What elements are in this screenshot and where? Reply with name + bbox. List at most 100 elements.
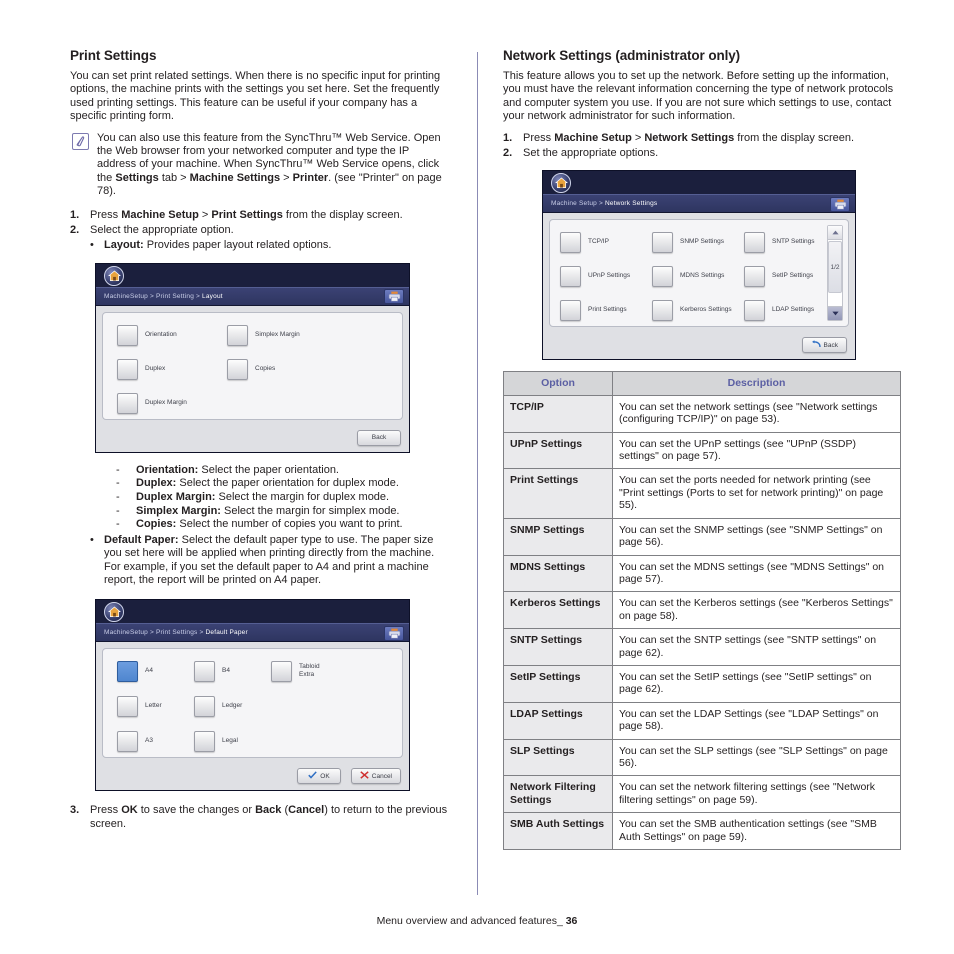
step-text: Set the appropriate options. [523, 147, 659, 160]
tile-duplex[interactable]: Duplex [117, 358, 227, 393]
tile-checkbox[interactable] [744, 232, 765, 254]
tile-checkbox[interactable] [652, 232, 673, 254]
tile-checkbox[interactable] [560, 300, 581, 322]
breadcrumb-item[interactable]: MachineSetup [104, 629, 148, 636]
tile-label: Copies [255, 364, 276, 372]
tile-checkbox[interactable] [194, 661, 215, 683]
footer-suffix: _ [556, 915, 563, 927]
tile-a4[interactable]: A4 [117, 661, 194, 696]
cell-description: You can set the SMB authentication setti… [612, 812, 901, 850]
dash-text: Duplex: Select the paper orientation for… [136, 477, 399, 490]
tile-copies[interactable]: Copies [227, 358, 337, 393]
network-settings-intro: This feature allows you to set up the ne… [503, 70, 894, 123]
table-row: SetIP Settings You can set the SetIP set… [503, 664, 901, 703]
breadcrumb-current: Default Paper [205, 629, 248, 637]
tile-checkbox[interactable] [194, 696, 215, 718]
page-number: 36 [565, 915, 578, 927]
default-paper-screen-screenshot: MachineSetup > Print Settings > Default … [95, 599, 410, 792]
vertical-scrollbar[interactable]: 1/2 [827, 225, 843, 322]
tile-b4[interactable]: B4 [194, 661, 271, 696]
note-pencil-icon [72, 132, 89, 150]
tile-ledger[interactable]: Ledger [194, 696, 271, 731]
tile-tcp-ip[interactable]: TCP/IP [560, 232, 652, 266]
cell-option: Kerberos Settings [503, 591, 613, 630]
tiles-container: A4 B4 Tabloid Extra Letter Ledger A3 Leg… [117, 661, 402, 766]
tile-kerberos-settings[interactable]: Kerberos Settings [652, 300, 744, 334]
tile-checkbox[interactable] [560, 232, 581, 254]
tile-checkbox-selected[interactable] [117, 661, 138, 683]
tile-label: Tabloid Extra [299, 663, 320, 679]
dash-marker: - [116, 504, 120, 517]
tile-checkbox[interactable] [117, 696, 138, 718]
tile-mdns-settings[interactable]: MDNS Settings [652, 266, 744, 300]
printer-icon[interactable] [384, 625, 404, 641]
tile-a3[interactable]: A3 [117, 731, 194, 766]
breadcrumb: MachineSetup > Print Setting > Layout [104, 292, 223, 300]
tile-upnp-settings[interactable]: UPnP Settings [560, 266, 652, 300]
tile-checkbox[interactable] [744, 266, 765, 288]
breadcrumb-item[interactable]: Machine Setup [551, 200, 597, 207]
tile-checkbox[interactable] [117, 731, 138, 753]
tile-sntp-settings[interactable]: SNTP Settings [744, 232, 822, 266]
tile-label: Kerberos Settings [680, 306, 732, 314]
home-icon[interactable] [551, 173, 571, 194]
tile-simplex-margin[interactable]: Simplex Margin [227, 324, 337, 359]
home-icon[interactable] [104, 602, 124, 623]
scroll-page-indicator[interactable]: 1/2 [828, 241, 842, 294]
dash-marker: - [116, 463, 120, 476]
breadcrumb-item[interactable]: MachineSetup [104, 293, 148, 300]
tiles-container: TCP/IP SNMP Settings SNTP Settings UPnP … [560, 232, 822, 334]
tile-orientation[interactable]: Orientation [117, 324, 227, 359]
tile-duplex-margin[interactable]: Duplex Margin [117, 392, 227, 427]
cell-description: You can set the LDAP Settings (see "LDAP… [612, 701, 901, 740]
tile-checkbox[interactable] [117, 392, 138, 414]
home-icon[interactable] [104, 265, 124, 286]
tile-print-settings[interactable]: Print Settings [560, 300, 652, 334]
tile-setip-settings[interactable]: SetIP Settings [744, 266, 822, 300]
list-item: 2. Set the appropriate options. [503, 147, 903, 160]
cancel-button[interactable]: Cancel [350, 768, 401, 785]
tile-checkbox[interactable] [227, 358, 248, 380]
table-row: LDAP Settings You can set the LDAP Setti… [503, 701, 901, 740]
back-button[interactable]: Back [357, 429, 401, 446]
scroll-track[interactable] [828, 293, 842, 306]
tile-letter[interactable]: Letter [117, 696, 194, 731]
breadcrumb-item[interactable]: Print Settings [156, 629, 197, 636]
device-footer: Back [96, 425, 409, 452]
tile-checkbox[interactable] [194, 731, 215, 753]
bullet-layout: • Layout: Provides paper layout related … [90, 239, 450, 252]
scroll-down-arrow-icon[interactable] [828, 306, 842, 321]
column-header-description: Description [612, 371, 901, 396]
x-icon [360, 771, 369, 781]
tile-ldap-settings[interactable]: LDAP Settings [744, 300, 822, 334]
scroll-up-arrow-icon[interactable] [828, 226, 842, 241]
tile-snmp-settings[interactable]: SNMP Settings [652, 232, 744, 266]
breadcrumb-current: Layout [202, 292, 223, 300]
tile-tabloid-extra[interactable]: Tabloid Extra [271, 661, 348, 696]
tile-checkbox[interactable] [227, 324, 248, 346]
tile-checkbox[interactable] [117, 358, 138, 380]
table-row: SLP Settings You can set the SLP setting… [503, 738, 901, 777]
tile-checkbox[interactable] [271, 661, 292, 683]
tile-checkbox[interactable] [744, 300, 765, 322]
option-tile-grid: Orientation Simplex Margin Duplex Copies… [102, 311, 403, 420]
tile-label: SNTP Settings [772, 238, 815, 246]
tile-checkbox[interactable] [117, 324, 138, 346]
tiles-container: Orientation Simplex Margin Duplex Copies… [117, 324, 402, 427]
printer-icon[interactable] [830, 196, 850, 212]
breadcrumb-item[interactable]: Print Setting [156, 293, 194, 300]
tile-label: Ledger [222, 702, 243, 710]
step-number: 1. [70, 208, 80, 221]
printer-icon[interactable] [384, 289, 404, 305]
dash-text: Orientation: Select the paper orientatio… [136, 463, 339, 476]
breadcrumb: MachineSetup > Print Settings > Default … [104, 629, 248, 637]
tile-label: LDAP Settings [772, 306, 815, 314]
tile-checkbox[interactable] [560, 266, 581, 288]
tile-checkbox[interactable] [652, 300, 673, 322]
tile-checkbox[interactable] [652, 266, 673, 288]
tile-label: Letter [145, 702, 162, 710]
ok-button[interactable]: OK [297, 768, 341, 785]
tile-legal[interactable]: Legal [194, 731, 271, 766]
back-button[interactable]: Back [801, 337, 847, 354]
list-item: - Duplex: Select the paper orientation f… [116, 477, 450, 491]
